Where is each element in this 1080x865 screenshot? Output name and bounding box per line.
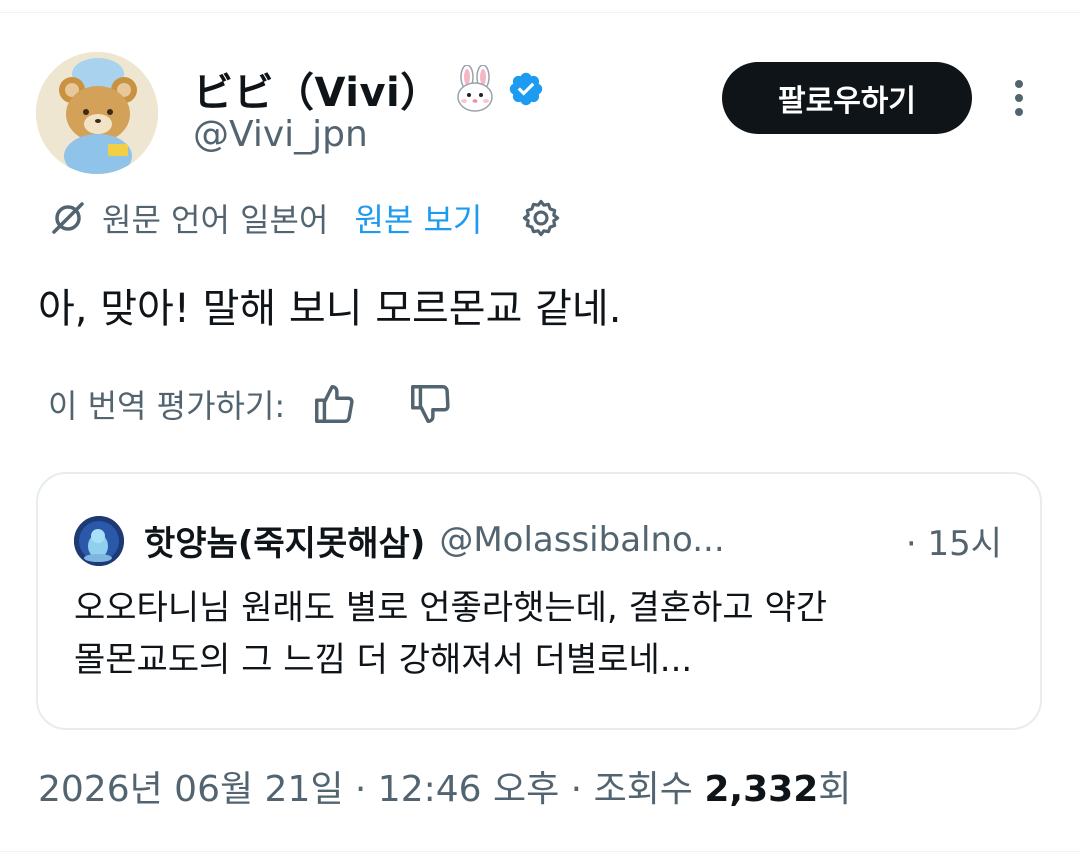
views-count: 2,332	[704, 769, 819, 810]
quoted-author-name[interactable]: 핫양놈(죽지못해삼)	[144, 516, 425, 565]
gear-icon[interactable]	[520, 197, 562, 239]
verified-badge-icon[interactable]	[507, 70, 545, 108]
translate-icon	[52, 202, 84, 234]
rabbit-face-icon	[451, 64, 499, 113]
author-handle[interactable]: @Vivi_jpn	[193, 114, 368, 155]
author-display-name[interactable]: ビビ（Vivi）	[193, 60, 441, 118]
top-divider	[0, 12, 1080, 13]
quoted-header: 핫양놈(죽지못해삼) @Molassibalno...	[144, 512, 725, 568]
quoted-text-line: 몰몬교도의 그 느낌 더 강해져서 더별로네...	[74, 640, 693, 680]
quoted-author-handle[interactable]: @Molassibalno...	[439, 520, 724, 560]
source-language-label: 원문 언어 일본어	[102, 201, 329, 239]
thumbs-up-icon[interactable]	[311, 381, 357, 427]
follow-button[interactable]: 팔로우하기	[722, 62, 972, 134]
quoted-text-line: 오오타니님 원래도 별로 언좋라햇는데, 결혼하고 약간	[74, 588, 828, 628]
view-original-link[interactable]: 원본 보기	[354, 195, 482, 241]
tweet-meta: 2026년 06월 21일 · 12:46 오후 · 조회수 2,332회	[38, 760, 851, 812]
rate-translation-bar: 이 번역 평가하기:	[48, 376, 453, 432]
thumbs-down-icon[interactable]	[407, 381, 453, 427]
avatar[interactable]	[36, 52, 158, 174]
quoted-avatar[interactable]	[74, 516, 124, 566]
penguin-avatar-image	[74, 516, 124, 566]
quoted-tweet[interactable]: 핫양놈(죽지못해삼) @Molassibalno... · 15시 오오타니님 …	[36, 472, 1042, 730]
views-suffix: 회	[818, 769, 852, 810]
tweet-datetime[interactable]: 2026년 06월 21일 · 12:46 오후 · 조회수	[38, 769, 704, 810]
quoted-timestamp[interactable]: · 15시	[906, 512, 1002, 568]
bottom-divider	[0, 851, 1080, 852]
bear-plush-image	[36, 52, 158, 174]
translation-bar: 원문 언어 일본어 원본 보기	[48, 194, 562, 242]
quoted-text: 오오타니님 원래도 별로 언좋라햇는데, 결혼하고 약간 몰몬교도의 그 느낌 …	[74, 582, 827, 686]
author-name-row[interactable]: ビビ（Vivi）	[193, 60, 545, 118]
more-vertical-icon[interactable]	[1004, 78, 1034, 118]
rate-translation-label: 이 번역 평가하기:	[48, 387, 286, 425]
tweet-text: 아, 맞아! 말해 보니 모르몬교 같네.	[38, 286, 622, 332]
